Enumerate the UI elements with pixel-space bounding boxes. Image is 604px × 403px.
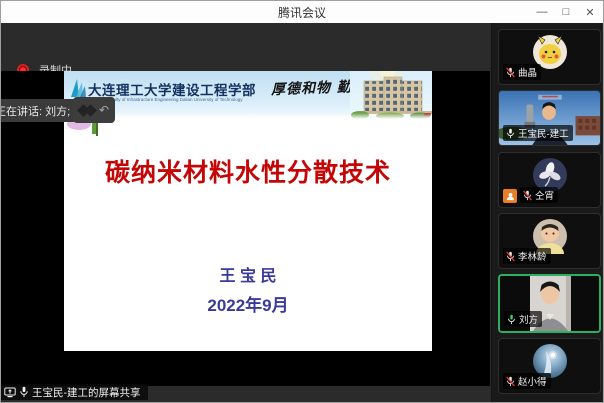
university-logo-icon [68, 77, 88, 99]
participant-tile-speaking[interactable]: 刘方 [498, 274, 601, 333]
participant-name: 赵小得 [518, 374, 547, 388]
minimize-button[interactable]: — [533, 3, 551, 21]
participant-name-tag: 李林龄 [503, 248, 551, 264]
mic-on-icon [19, 386, 29, 398]
mic-muted-icon [522, 190, 533, 201]
undo-arrow-icon: ↶ [99, 103, 109, 117]
participant-name-tag: 赵小得 [503, 373, 551, 389]
presentation-slide: 大连理工大学建设工程学部 Faculty of Infrastructure E… [64, 71, 432, 351]
share-source-label: 王宝民-建工的屏幕共享 [1, 384, 148, 400]
screen-share-icon [4, 387, 16, 398]
mic-on-icon [505, 128, 516, 139]
speaking-banner: 正在讲话: 刘方; [1, 99, 74, 122]
mic-muted-icon [505, 67, 516, 78]
participant-tile[interactable]: 王宝民-建工 [498, 90, 601, 146]
participant-name: 李林龄 [518, 249, 547, 263]
share-source-text: 王宝民-建工的屏幕共享 [32, 385, 141, 400]
school-name-en: Faculty of Infrastructure Engineering Da… [106, 97, 243, 102]
participant-tile[interactable]: 李林龄 [498, 213, 601, 269]
close-button[interactable]: ✕ [581, 3, 599, 21]
banner-fade [64, 113, 432, 119]
participant-name-tag: 曲晶 [503, 64, 541, 80]
titlebar: 腾讯会议 — □ ✕ [1, 1, 603, 23]
participant-name: 刘方 [519, 312, 538, 326]
participant-name: 曲晶 [518, 65, 537, 79]
slide-author: 王 宝 民 [64, 262, 432, 286]
meeting-window: 腾讯会议 — □ ✕ 录制中 大连理工大学建设工程学部 Faculty of I… [0, 0, 604, 403]
participant-name-tag: 刘方 [504, 311, 542, 327]
participant-name: 仝宵 [535, 188, 554, 202]
mic-muted-icon [505, 376, 516, 387]
participant-name-tag: 王宝民-建工 [503, 125, 573, 141]
maximize-button[interactable]: □ [557, 3, 575, 21]
slide-title: 碳纳米材料水性分散技术 [64, 153, 432, 189]
slide-banner: 大连理工大学建设工程学部 Faculty of Infrastructure E… [64, 71, 432, 119]
mic-muted-icon [505, 251, 516, 262]
participant-name: 王宝民-建工 [518, 126, 569, 140]
window-title: 腾讯会议 [278, 4, 326, 21]
window-controls: — □ ✕ [533, 1, 599, 23]
speaking-label: 正在讲话: 刘方; [0, 103, 70, 119]
annotation-marks: ↶ [73, 97, 115, 123]
member-badge [503, 189, 517, 203]
participant-name-tag: 仝宵 [520, 187, 558, 203]
school-name: 大连理工大学建设工程学部 [88, 79, 256, 99]
slide-date: 2022年9月 [64, 291, 432, 316]
person-icon [506, 192, 515, 201]
participant-tile[interactable]: 曲晶 [498, 29, 601, 85]
participant-tile[interactable]: 仝宵 [498, 152, 601, 208]
mic-active-icon [506, 314, 517, 325]
participant-tile[interactable]: 赵小得 [498, 338, 601, 394]
annotation-mark-icon [84, 104, 97, 117]
campus-building-image [350, 71, 432, 119]
participants-sidebar: 曲晶 [491, 23, 604, 403]
